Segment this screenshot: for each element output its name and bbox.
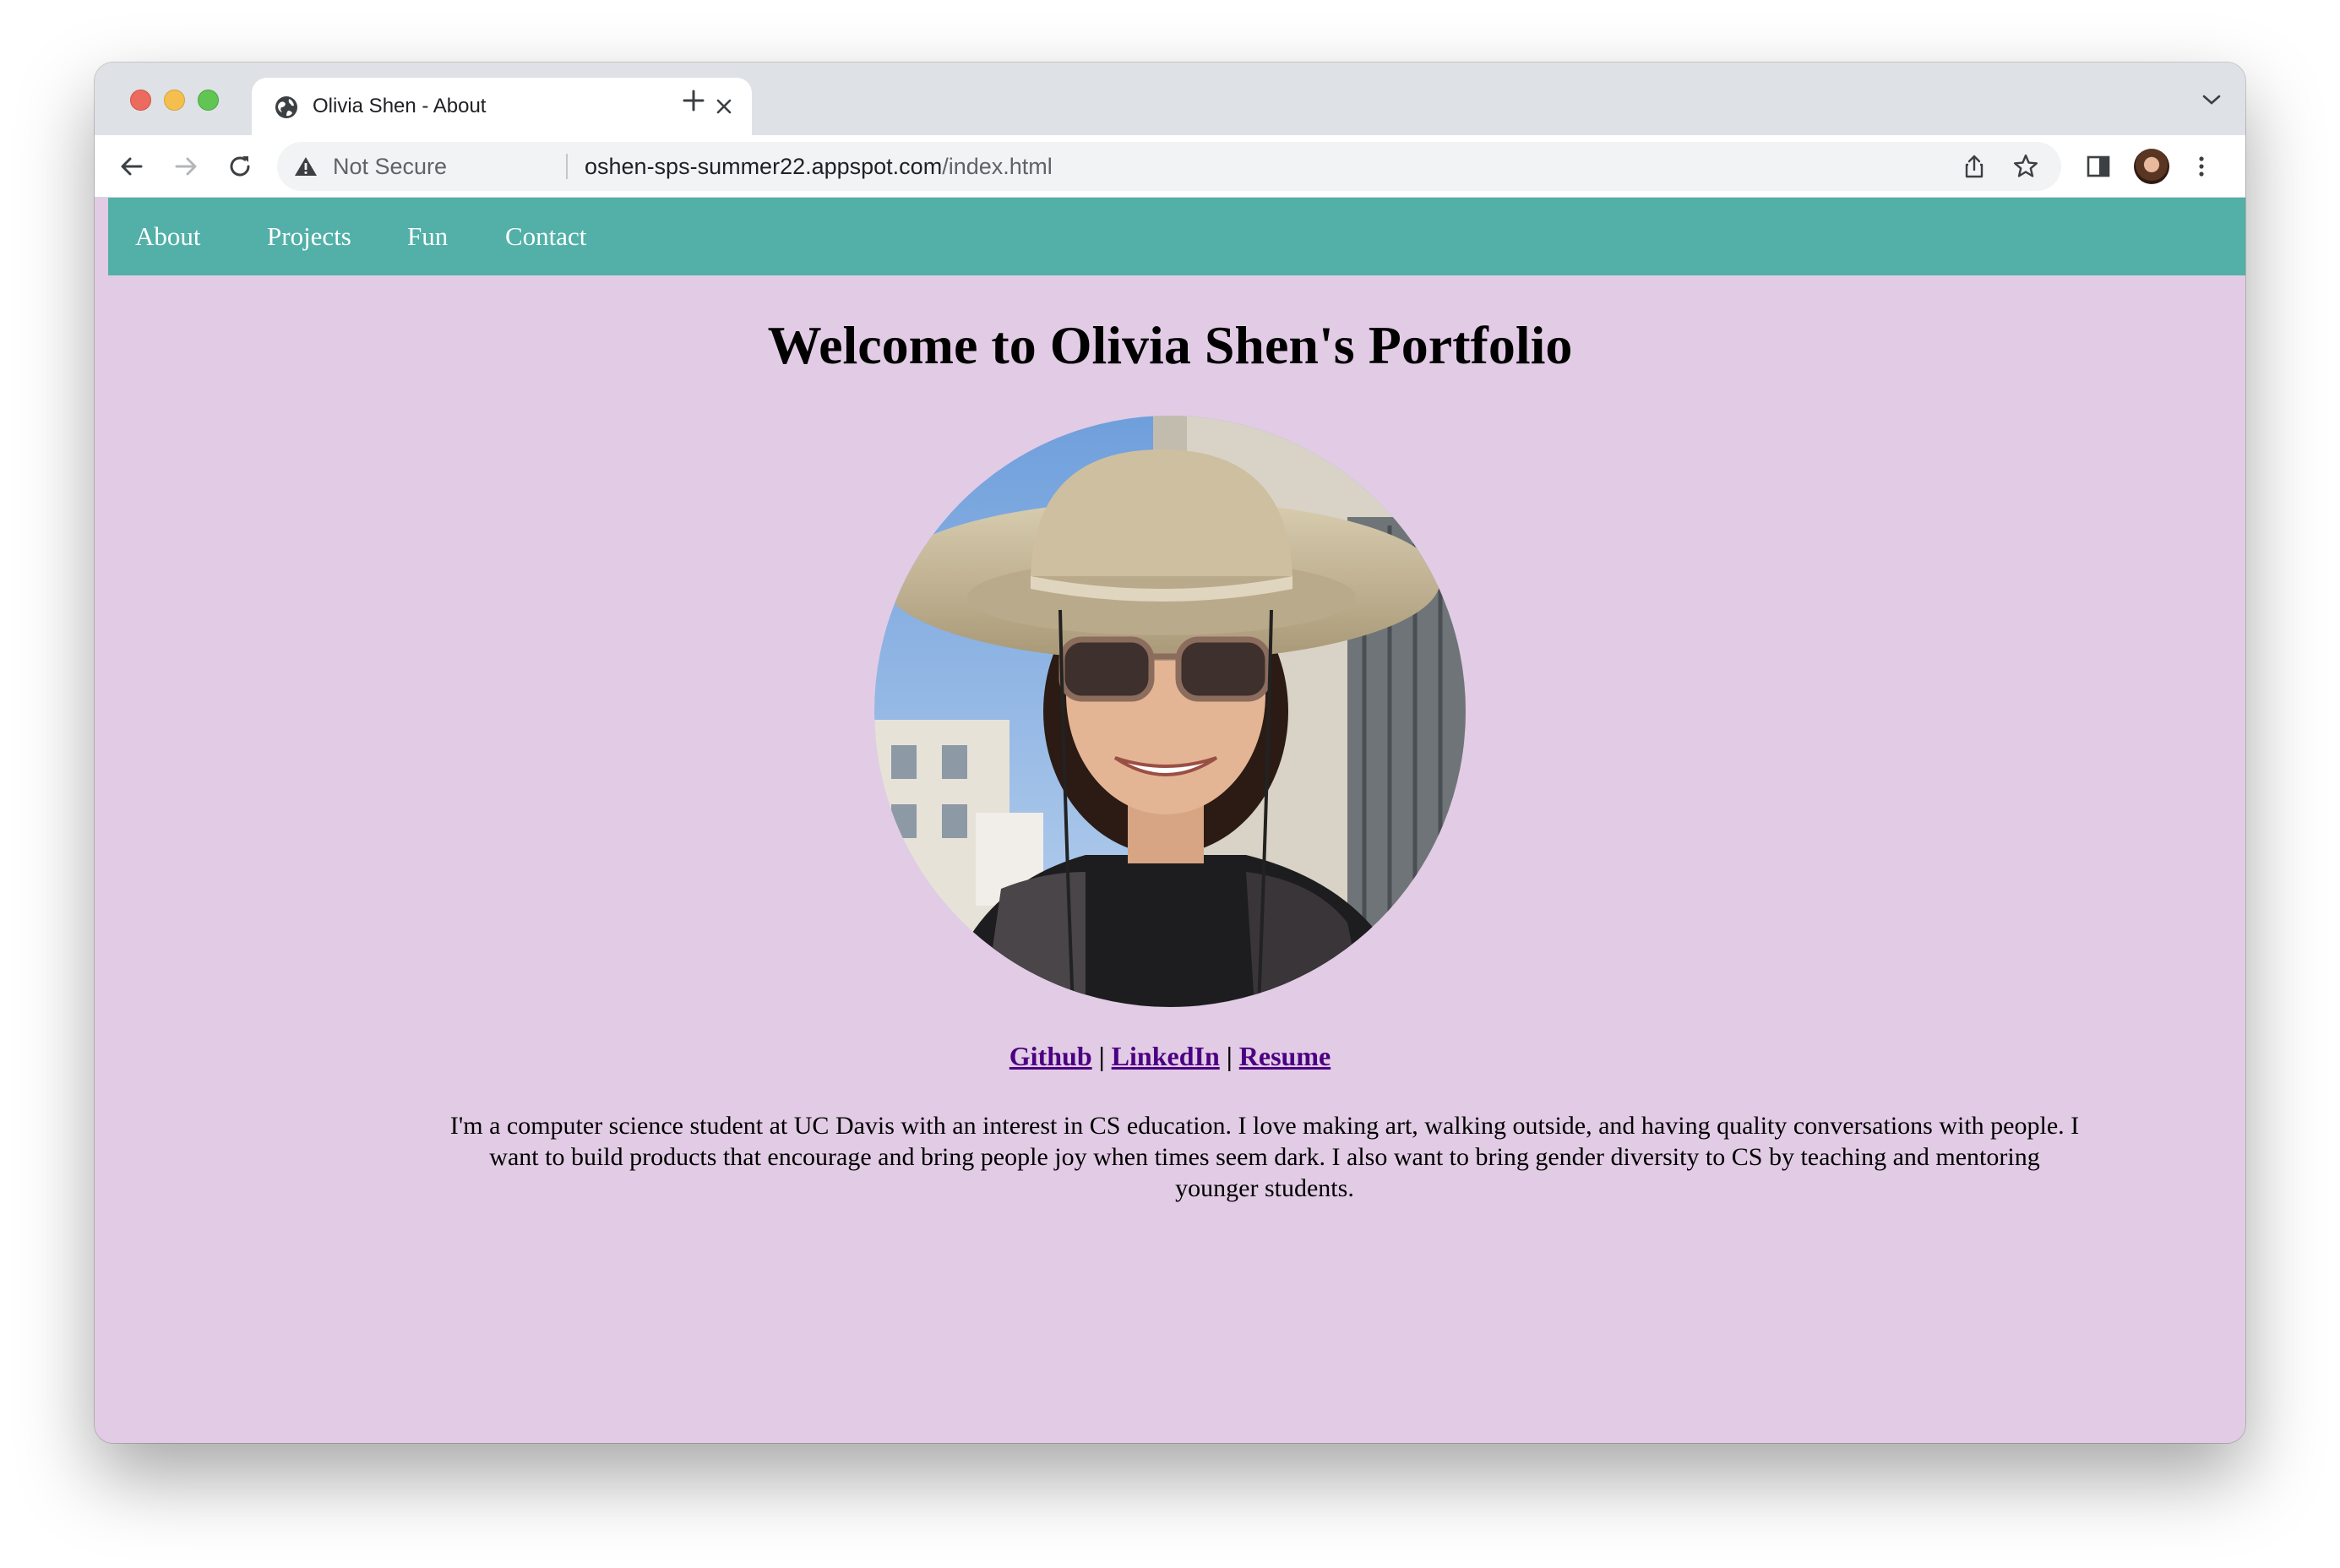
globe-icon — [275, 96, 297, 118]
nav-link-fun[interactable]: Fun — [407, 221, 448, 252]
back-icon[interactable] — [118, 153, 145, 180]
profile-photo — [874, 416, 1466, 1007]
nav-link-about[interactable]: About — [135, 221, 201, 252]
profile-avatar[interactable] — [2134, 149, 2169, 184]
tab-active[interactable]: Olivia Shen - About — [252, 78, 752, 135]
maximize-window-button[interactable] — [198, 90, 219, 111]
url-text[interactable]: oshen-sps-summer22.appspot.com/index.htm… — [585, 154, 1053, 180]
share-icon[interactable] — [1962, 154, 1987, 179]
omnibox-divider — [566, 154, 568, 179]
site-navbar: About Projects Fun Contact — [108, 198, 2245, 275]
bio-paragraph: I'm a computer science student at UC Dav… — [449, 1112, 2080, 1202]
side-panel-icon[interactable] — [2085, 153, 2112, 180]
nav-link-projects[interactable]: Projects — [267, 221, 351, 252]
warning-icon[interactable] — [294, 155, 318, 177]
address-bar[interactable]: Not Secure oshen-sps-summer22.appspot.co… — [277, 142, 2061, 191]
github-link[interactable]: Github — [1009, 1041, 1092, 1071]
chevron-down-icon[interactable] — [2201, 93, 2222, 106]
link-separator: | — [1226, 1041, 1233, 1071]
resume-link[interactable]: Resume — [1239, 1041, 1331, 1071]
browser-toolbar: Not Secure oshen-sps-summer22.appspot.co… — [95, 135, 2245, 198]
social-links: Github | LinkedIn | Resume — [95, 1041, 2245, 1072]
nav-link-contact[interactable]: Contact — [505, 221, 586, 252]
linkedin-link[interactable]: LinkedIn — [1112, 1041, 1220, 1071]
url-host: oshen-sps-summer22.appspot.com — [585, 154, 943, 179]
bookmark-star-icon[interactable] — [2012, 153, 2039, 180]
close-window-button[interactable] — [130, 90, 151, 111]
reload-icon[interactable] — [226, 153, 253, 180]
page-content: About Projects Fun Contact Welcome to Ol… — [95, 198, 2245, 1443]
close-tab-icon[interactable] — [713, 95, 735, 117]
forward-icon[interactable] — [172, 153, 199, 180]
tab-strip: Olivia Shen - About — [95, 63, 2245, 135]
more-menu-icon[interactable] — [2188, 153, 2215, 180]
url-path: /index.html — [942, 154, 1053, 179]
security-label[interactable]: Not Secure — [333, 154, 447, 180]
browser-window: Olivia Shen - About Not Secure oshen-sps… — [95, 63, 2245, 1443]
minimize-window-button[interactable] — [164, 90, 185, 111]
new-tab-icon[interactable] — [681, 88, 706, 113]
page-title: Welcome to Olivia Shen's Portfolio — [767, 315, 1573, 375]
link-separator: | — [1098, 1041, 1105, 1071]
tab-title: Olivia Shen - About — [313, 95, 487, 117]
